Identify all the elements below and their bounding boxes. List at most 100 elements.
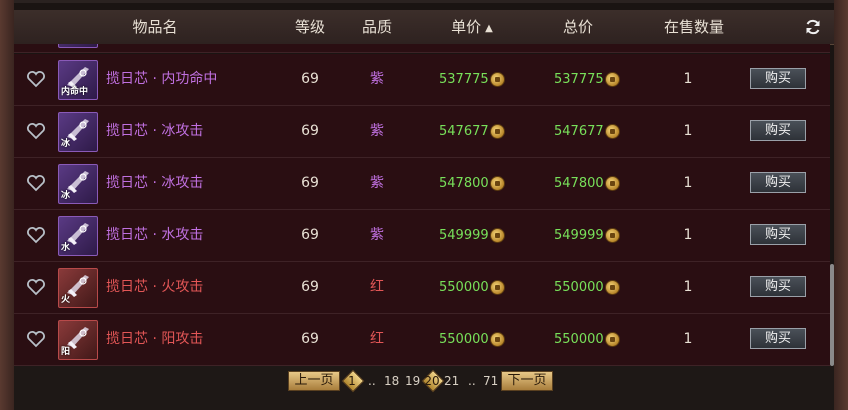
top-strip bbox=[14, 0, 834, 3]
favorite-heart-icon[interactable] bbox=[26, 226, 46, 244]
listing-table: 内命中 揽日芯 · 内功命中 69 紫 537775 537775 1 购买冰揽日芯 · 冰攻… bbox=[14, 44, 834, 366]
scrollbar[interactable] bbox=[830, 264, 834, 366]
item-name[interactable]: 揽日芯 · 阳攻击 bbox=[106, 314, 203, 365]
item-quantity: 1 bbox=[683, 331, 693, 347]
item-quantity: 1 bbox=[683, 175, 693, 191]
coin-icon bbox=[490, 280, 505, 295]
coin-icon bbox=[605, 72, 620, 87]
item-quantity: 1 bbox=[683, 227, 693, 243]
item-quality: 紫 bbox=[370, 227, 384, 243]
item-level: 69 bbox=[301, 123, 319, 139]
table-row: 阳 揽日芯 · 阳攻击 69 红 550000 550000 1 购买 bbox=[14, 314, 830, 366]
favorite-heart-icon[interactable] bbox=[26, 122, 46, 140]
item-quantity: 1 bbox=[683, 71, 693, 87]
buy-button[interactable]: 购买 bbox=[750, 224, 806, 245]
header-unit-price-label: 单价 bbox=[451, 18, 482, 36]
unit-price: 550000 bbox=[439, 280, 489, 295]
header-level[interactable]: 等级 bbox=[280, 10, 340, 44]
page-ellipsis-1: .. bbox=[368, 374, 376, 388]
item-icon[interactable]: 水 bbox=[58, 216, 98, 256]
total-price: 547677 bbox=[554, 124, 604, 139]
coin-icon bbox=[490, 332, 505, 347]
page-20-current[interactable]: 20 bbox=[422, 371, 442, 391]
right-frame bbox=[834, 0, 848, 410]
item-quantity: 1 bbox=[683, 279, 693, 295]
coin-icon bbox=[490, 228, 505, 243]
favorite-heart-icon[interactable] bbox=[26, 70, 46, 88]
buy-button[interactable]: 购买 bbox=[750, 68, 806, 89]
coin-icon bbox=[605, 228, 620, 243]
table-row: 水 揽日芯 · 水攻击 69 紫 549999 549999 1 购买 bbox=[14, 210, 830, 262]
item-level: 69 bbox=[301, 71, 319, 87]
item-icon-label: 水 bbox=[61, 243, 71, 253]
item-icon bbox=[58, 44, 98, 48]
item-name[interactable]: 揽日芯 · 冰攻击 bbox=[106, 106, 203, 157]
buy-button[interactable]: 购买 bbox=[750, 120, 806, 141]
buy-button[interactable]: 购买 bbox=[750, 276, 806, 297]
page-1-button[interactable]: 1 bbox=[342, 371, 362, 391]
favorite-heart-icon[interactable] bbox=[26, 278, 46, 296]
item-quality: 紫 bbox=[370, 175, 384, 191]
unit-price: 547800 bbox=[439, 176, 489, 191]
page-ellipsis-2: .. bbox=[468, 374, 476, 388]
header-name[interactable]: 物品名 bbox=[100, 10, 210, 44]
total-price: 550000 bbox=[554, 280, 604, 295]
item-icon[interactable]: 阳 bbox=[58, 320, 98, 360]
item-name[interactable]: 揽日芯 · 冰攻击 bbox=[106, 158, 203, 209]
item-icon[interactable]: 冰 bbox=[58, 164, 98, 204]
item-quality: 红 bbox=[370, 279, 384, 295]
table-row: 冰 揽日芯 · 冰攻击 69 紫 547800 547800 1 购买 bbox=[14, 158, 830, 210]
page-71-button[interactable]: 71 bbox=[483, 371, 498, 391]
item-icon[interactable]: 火 bbox=[58, 268, 98, 308]
header-total-price[interactable]: 总价 bbox=[548, 10, 608, 44]
total-price: 537775 bbox=[554, 72, 604, 87]
favorite-heart-icon[interactable] bbox=[26, 330, 46, 348]
table-row-partial bbox=[14, 44, 830, 53]
coin-icon bbox=[605, 124, 620, 139]
item-icon-label: 内命中 bbox=[61, 87, 89, 97]
item-icon-label: 冰 bbox=[61, 191, 71, 201]
item-quality: 紫 bbox=[370, 71, 384, 87]
buy-button[interactable]: 购买 bbox=[750, 172, 806, 193]
item-icon-label: 冰 bbox=[61, 139, 71, 149]
item-icon[interactable]: 冰 bbox=[58, 112, 98, 152]
header-quantity[interactable]: 在售数量 bbox=[644, 10, 744, 44]
header-unit-price[interactable]: 单价 ▲ bbox=[432, 10, 512, 44]
page-19-button[interactable]: 19 bbox=[405, 371, 420, 391]
refresh-icon[interactable] bbox=[804, 18, 822, 36]
total-price: 550000 bbox=[554, 332, 604, 347]
unit-price: 549999 bbox=[439, 228, 489, 243]
left-frame bbox=[0, 0, 14, 410]
coin-icon bbox=[490, 72, 505, 87]
favorite-heart-icon[interactable] bbox=[26, 174, 46, 192]
item-name[interactable]: 揽日芯 · 火攻击 bbox=[106, 262, 203, 313]
item-level: 69 bbox=[301, 227, 319, 243]
item-name[interactable]: 揽日芯 · 水攻击 bbox=[106, 210, 203, 261]
total-price: 549999 bbox=[554, 228, 604, 243]
item-quantity: 1 bbox=[683, 123, 693, 139]
total-price: 547800 bbox=[554, 176, 604, 191]
item-level: 69 bbox=[301, 331, 319, 347]
unit-price: 550000 bbox=[439, 332, 489, 347]
item-level: 69 bbox=[301, 279, 319, 295]
item-name[interactable]: 揽日芯 · 内功命中 bbox=[106, 54, 217, 105]
item-icon-label: 阳 bbox=[61, 347, 71, 357]
page-18-button[interactable]: 18 bbox=[384, 371, 399, 391]
item-level: 69 bbox=[301, 175, 319, 191]
prev-page-button[interactable]: 上一页 bbox=[288, 371, 340, 391]
buy-button[interactable]: 购买 bbox=[750, 328, 806, 349]
coin-icon bbox=[605, 280, 620, 295]
sort-ascending-icon: ▲ bbox=[485, 23, 493, 34]
next-page-button[interactable]: 下一页 bbox=[501, 371, 553, 391]
page-21-button[interactable]: 21 bbox=[444, 371, 459, 391]
pagination-bar: 上一页 1 .. 18 19 20 21 .. 71 下一页 bbox=[14, 366, 834, 410]
item-icon[interactable]: 内命中 bbox=[58, 60, 98, 100]
unit-price: 547677 bbox=[439, 124, 489, 139]
header-quality[interactable]: 品质 bbox=[347, 10, 407, 44]
table-header: 物品名 等级 品质 单价 ▲ 总价 在售数量 bbox=[14, 10, 834, 45]
unit-price: 537775 bbox=[439, 72, 489, 87]
table-row: 内命中 揽日芯 · 内功命中 69 紫 537775 537775 1 购买 bbox=[14, 54, 830, 106]
coin-icon bbox=[605, 332, 620, 347]
item-icon-label: 火 bbox=[61, 295, 71, 305]
coin-icon bbox=[490, 124, 505, 139]
